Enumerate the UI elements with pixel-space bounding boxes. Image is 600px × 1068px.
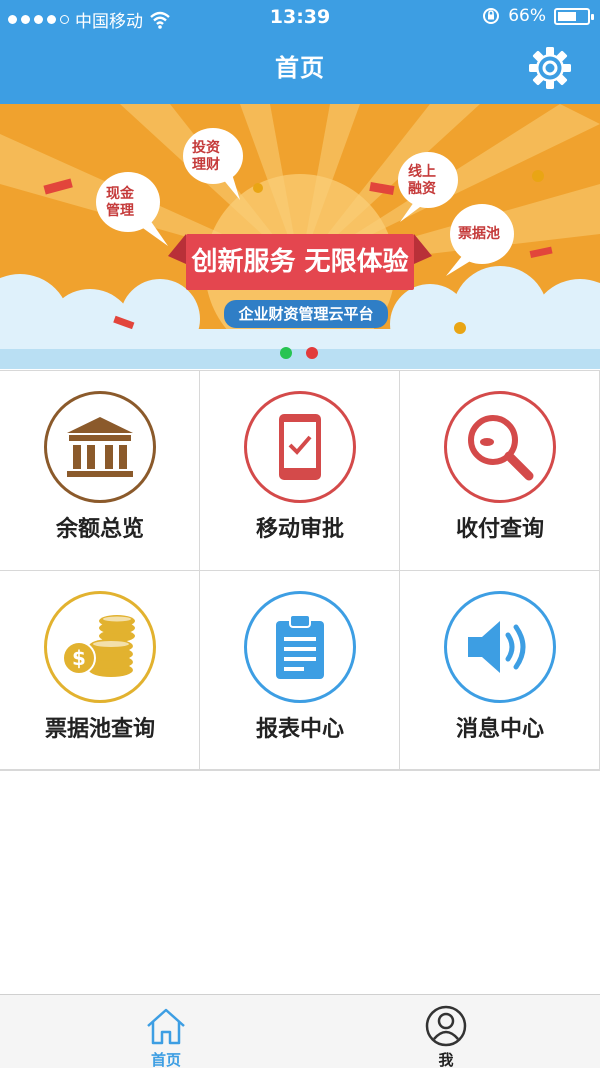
bank-icon — [44, 391, 156, 503]
menu-label: 收付查询 — [455, 517, 544, 542]
feature-grid: 余额总览 移动审批 收付查询 $ 票据池查询 报表中心 消息中心 — [0, 370, 600, 771]
banner-pager[interactable] — [280, 347, 318, 359]
clipboard-icon — [244, 591, 356, 703]
menu-message-center[interactable]: 消息中心 — [400, 571, 600, 771]
menu-payment-query[interactable]: 收付查询 — [400, 371, 600, 571]
menu-mobile-approval[interactable]: 移动审批 — [200, 371, 400, 571]
rotation-lock-icon — [483, 8, 500, 24]
menu-label: 余额总览 — [55, 517, 144, 542]
mobile-approval-icon — [244, 391, 356, 503]
menu-report-center[interactable]: 报表中心 — [200, 571, 400, 771]
bubble-cash: 现金 管理 — [106, 186, 134, 219]
home-icon — [143, 1003, 189, 1049]
bubble-financing: 线上 融资 — [408, 164, 436, 197]
promo-banner[interactable]: 现金 管理 投资 理财 线上 融资 票据池 创新服务 无限体验 企业财资管理云平台 — [0, 104, 600, 369]
menu-label: 票据池查询 — [44, 717, 155, 742]
coins-icon: $ — [44, 591, 156, 703]
svg-text:$: $ — [72, 646, 86, 670]
tab-me-label: 我 — [438, 1051, 454, 1068]
banner-headline: 创新服务 无限体验 — [186, 234, 414, 290]
gear-icon[interactable] — [526, 44, 574, 92]
pager-dot-1[interactable] — [280, 347, 292, 359]
tab-home[interactable]: 首页 — [16, 995, 316, 1068]
app-header: 中国移动 13:39 66% 首页 — [0, 0, 600, 104]
speaker-icon — [444, 591, 556, 703]
menu-label: 消息中心 — [455, 717, 544, 742]
banner-subline: 企业财资管理云平台 — [224, 300, 388, 328]
user-icon — [423, 1003, 469, 1049]
menu-label: 移动审批 — [255, 517, 344, 542]
page-title: 首页 — [275, 54, 325, 82]
pager-dot-2[interactable] — [306, 347, 318, 359]
tab-bar: 首页 我 — [0, 994, 600, 1068]
battery-icon — [554, 7, 594, 25]
status-bar: 中国移动 13:39 66% — [0, 0, 600, 36]
menu-balance-overview[interactable]: 余额总览 — [0, 371, 200, 571]
tab-me[interactable]: 我 — [296, 995, 596, 1068]
tab-home-label: 首页 — [150, 1051, 181, 1068]
magnifier-icon — [444, 391, 556, 503]
menu-label: 报表中心 — [255, 717, 344, 742]
menu-bill-pool-query[interactable]: $ 票据池查询 — [0, 571, 200, 771]
bubble-bill-pool: 票据池 — [458, 226, 500, 242]
battery-percent: 66% — [508, 6, 546, 26]
bubble-invest: 投资 理财 — [192, 140, 220, 173]
